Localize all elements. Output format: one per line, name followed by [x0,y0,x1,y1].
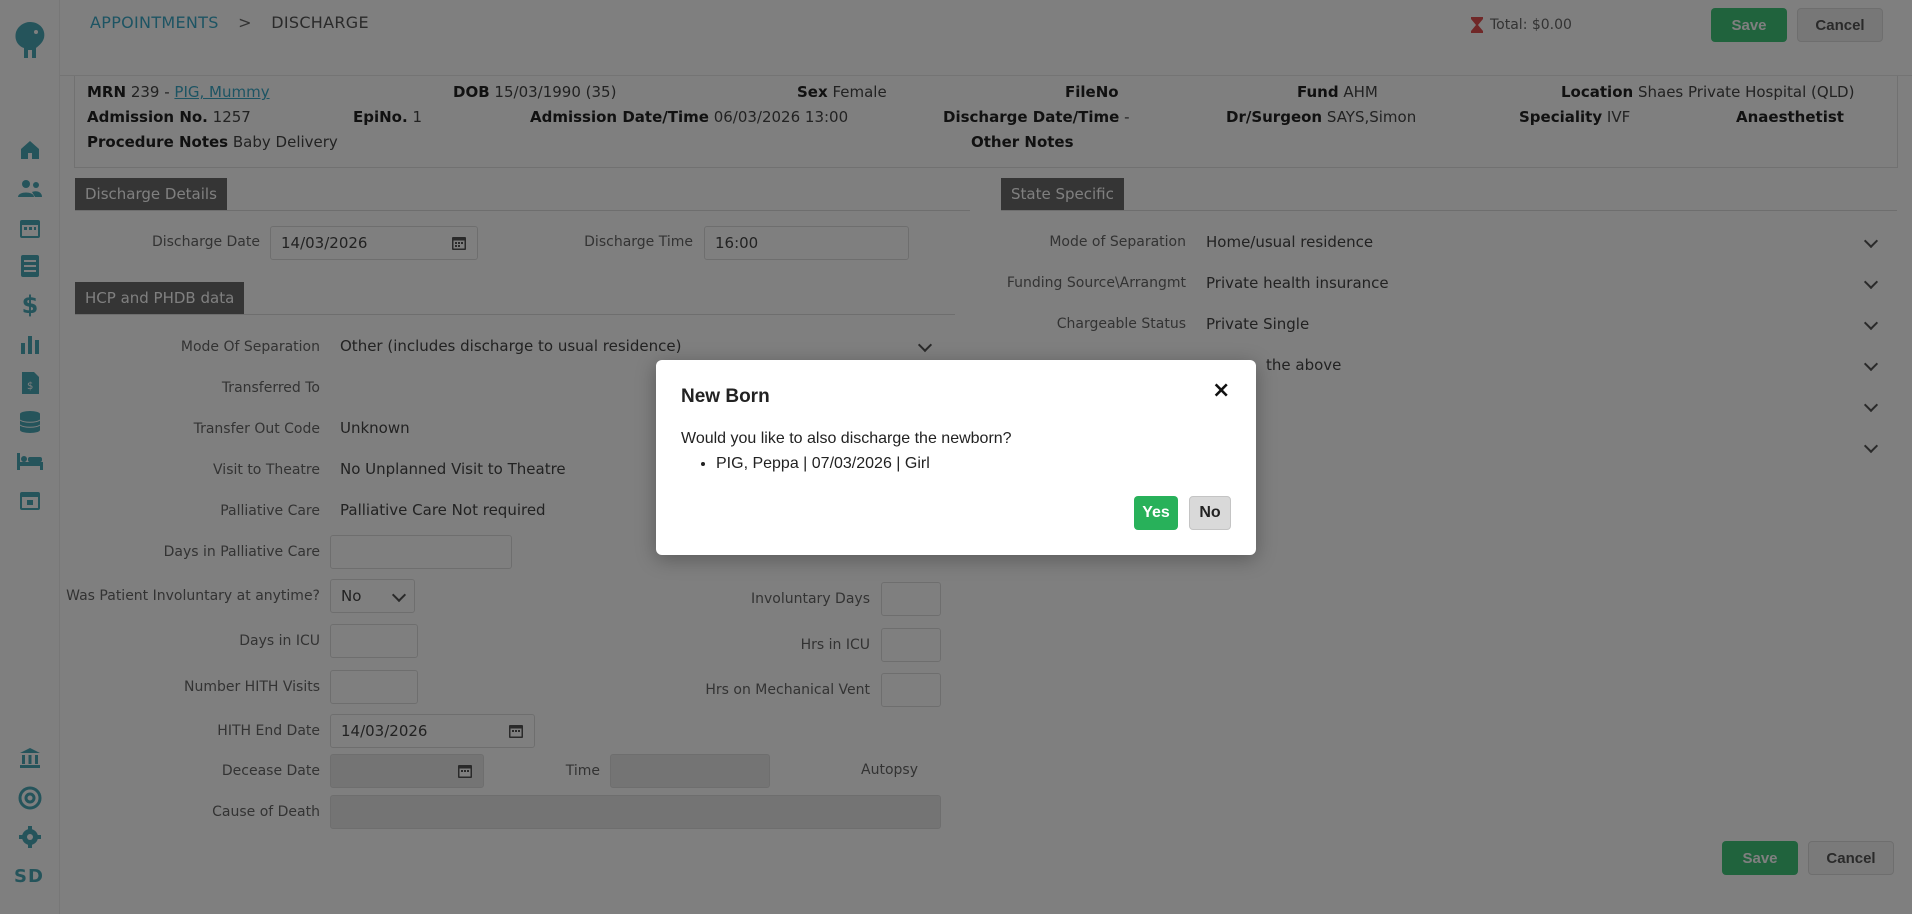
yes-button[interactable]: Yes [1134,496,1178,530]
dialog-message: Would you like to also discharge the new… [681,430,1012,447]
dialog-title: New Born [681,386,770,407]
new-born-dialog: New Born × Would you like to also discha… [656,360,1256,555]
newborn-list: PIG, Peppa | 07/03/2026 | Girl [716,455,930,473]
list-item: PIG, Peppa | 07/03/2026 | Girl [716,455,930,473]
no-button[interactable]: No [1189,496,1231,530]
close-icon[interactable]: × [1212,380,1230,402]
